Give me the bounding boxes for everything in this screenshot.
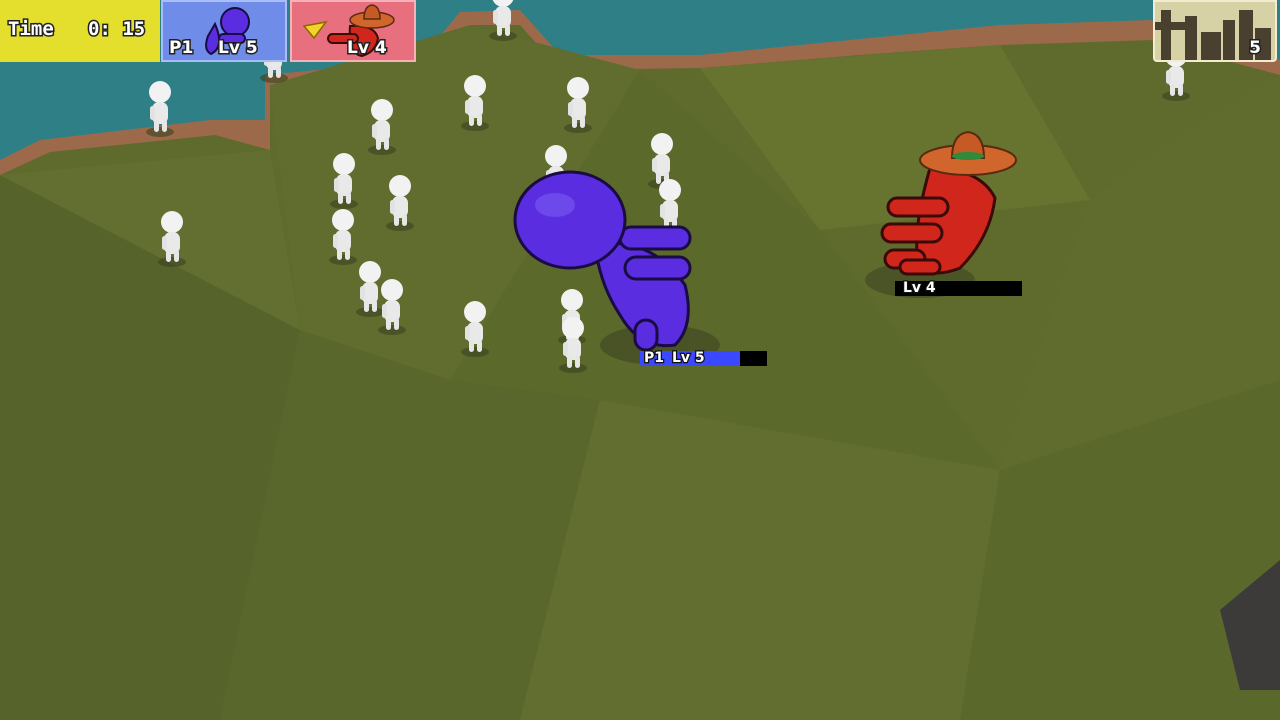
timer-label: Time: [7, 17, 56, 42]
sombrero-icon: [919, 130, 1017, 176]
npc-person: [356, 261, 384, 317]
npc-person: [146, 81, 174, 137]
player-nametag: P1 Lv 5: [640, 349, 767, 367]
npc-person: [461, 301, 489, 357]
npc-person: [489, 0, 517, 41]
player-character: [513, 170, 720, 365]
player-status-card: P1 Lv 5: [161, 0, 287, 62]
rival-nametag: Lv 4: [895, 279, 1022, 297]
rival-character: [865, 130, 1017, 298]
player-nametag-level: Lv 5: [671, 349, 706, 367]
rival-status-level: Lv 4: [346, 37, 389, 60]
player-nametag-id: P1: [643, 349, 666, 367]
rival-status-card: Lv 4: [290, 0, 416, 62]
npc-person: [329, 209, 357, 265]
npc-person: [564, 77, 592, 133]
player-status-id: P1: [167, 37, 194, 60]
npc-person: [461, 75, 489, 131]
game-stage: P1 Lv 5 Lv 4 Time 0: 15 P1 Lv 5 Lv 4 5: [0, 0, 1280, 720]
npc-person: [386, 175, 414, 231]
player-status-level: Lv 5: [217, 37, 260, 60]
leader-flag-icon: [302, 20, 328, 40]
rank-value: 5: [1248, 37, 1263, 60]
npc-person: [368, 99, 396, 155]
timer-panel: Time 0: 15: [0, 0, 160, 62]
rank-panel: 5: [1153, 0, 1277, 62]
rival-nametag-level: Lv 4: [902, 279, 937, 297]
npc-person: [158, 211, 186, 267]
npc-person: [330, 153, 358, 209]
npc-person: [378, 279, 406, 335]
timer-value: 0: 15: [86, 17, 146, 42]
